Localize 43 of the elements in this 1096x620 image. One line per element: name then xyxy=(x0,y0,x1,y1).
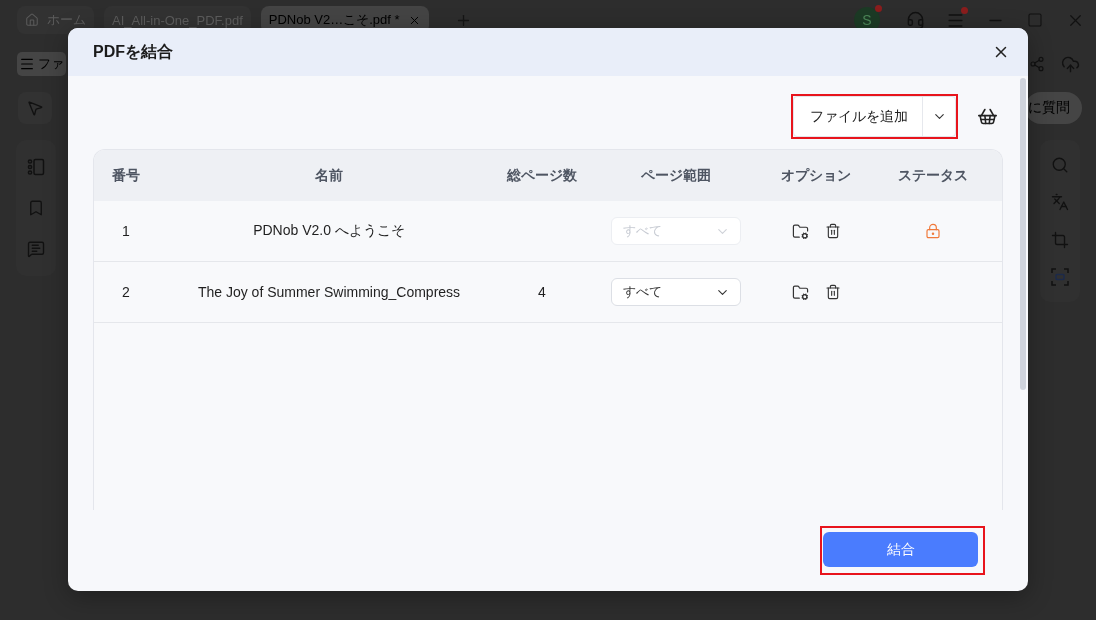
search-icon[interactable] xyxy=(1051,155,1069,174)
folder-gear-icon xyxy=(791,283,809,301)
menu-icon xyxy=(19,56,35,72)
folder-gear-button[interactable] xyxy=(791,283,809,301)
crop-icon[interactable] xyxy=(1051,230,1069,249)
page-range-select[interactable]: すべて xyxy=(611,278,741,306)
clear-button[interactable] xyxy=(977,106,998,127)
column-header: ページ範囲 xyxy=(641,166,711,185)
trash-icon xyxy=(824,284,841,300)
scan-frame-icon[interactable] xyxy=(1051,268,1069,287)
table-cell: 2 xyxy=(122,284,130,300)
folder-gear-icon xyxy=(791,222,809,240)
column-header: ステータス xyxy=(898,166,968,185)
dialog-title: PDFを結合 xyxy=(93,41,173,62)
ask-button[interactable]: に質問 xyxy=(1025,92,1082,124)
select-tool-button[interactable] xyxy=(18,92,52,124)
column-header: 総ページ数 xyxy=(507,166,577,185)
translate-icon[interactable] xyxy=(1051,193,1069,212)
basket-icon xyxy=(977,106,998,127)
trash-icon xyxy=(824,223,841,239)
delete-button[interactable] xyxy=(824,223,841,239)
delete-button[interactable] xyxy=(824,284,841,300)
column-header: 番号 xyxy=(112,166,140,185)
table-cell: PDNob V2.0 へようこそ xyxy=(253,222,405,240)
comment-icon[interactable] xyxy=(27,240,45,259)
bookmark-icon[interactable] xyxy=(27,199,45,217)
thumbnail-panel-icon[interactable] xyxy=(27,157,45,176)
cloud-upload-icon[interactable] xyxy=(1061,54,1080,74)
cursor-icon xyxy=(26,99,44,117)
add-files-button[interactable]: ファイルを追加 xyxy=(794,97,923,136)
table-cell: 4 xyxy=(538,284,546,300)
column-header: 名前 xyxy=(315,166,343,185)
folder-gear-button[interactable] xyxy=(791,222,809,240)
scrollbar[interactable] xyxy=(1020,78,1026,390)
merge-button[interactable]: 結合 xyxy=(823,532,978,567)
table-cell: The Joy of Summer Swimming_Compress xyxy=(197,284,461,300)
headset-icon[interactable] xyxy=(905,10,925,30)
file-menu-button[interactable]: ファ xyxy=(17,52,66,76)
maximize-icon[interactable] xyxy=(1027,12,1043,28)
home-icon xyxy=(25,13,39,27)
table-cell: 1 xyxy=(122,223,130,239)
column-header: オプション xyxy=(781,166,851,185)
share-icon[interactable] xyxy=(1029,56,1045,72)
